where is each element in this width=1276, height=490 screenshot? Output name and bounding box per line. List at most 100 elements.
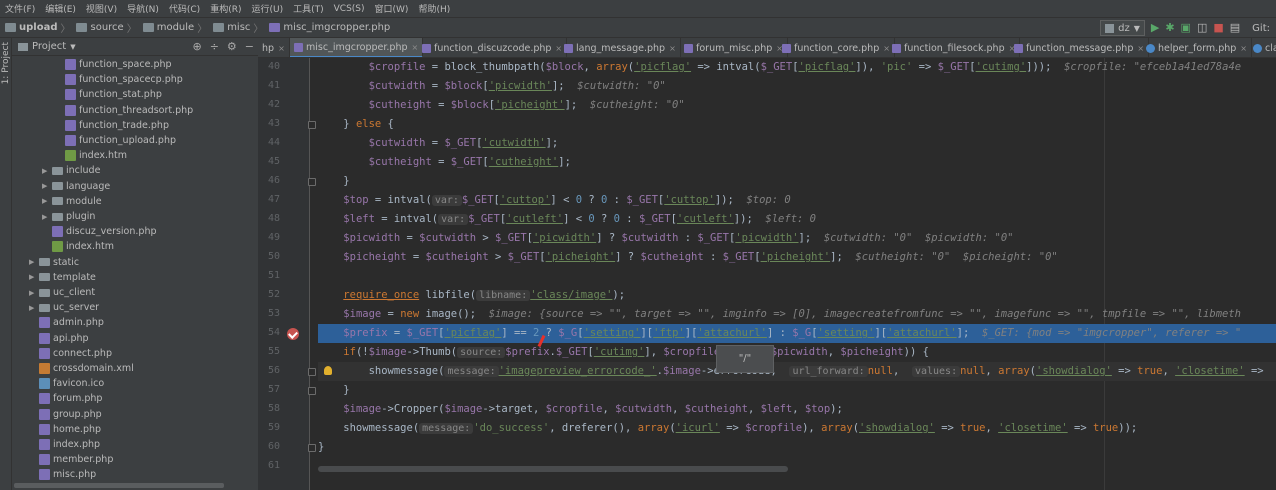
- line-number: 45: [267, 156, 280, 167]
- menu-item[interactable]: VCS(S): [329, 4, 370, 14]
- tree-file[interactable]: home.php: [29, 422, 101, 437]
- tree-file[interactable]: index.htm: [55, 148, 127, 163]
- menu-item[interactable]: 导航(N): [122, 2, 164, 15]
- expand-arrow-icon[interactable]: ▶: [29, 273, 39, 281]
- run-icon[interactable]: ▶: [1151, 21, 1159, 35]
- tab-function-discuzcode[interactable]: function_discuzcode.php ×: [418, 38, 568, 57]
- menu-item[interactable]: 视图(V): [81, 2, 122, 15]
- hide-icon[interactable]: −: [245, 40, 254, 53]
- menu-item[interactable]: 窗口(W): [370, 2, 414, 15]
- fold-marker-icon[interactable]: [308, 178, 316, 186]
- tree-file[interactable]: connect.php: [29, 346, 112, 361]
- tree-file[interactable]: function_spacecp.php: [55, 72, 183, 87]
- tab-label: helper_form.php: [1158, 42, 1237, 54]
- tab-function-filesock[interactable]: function_filesock.php ×: [888, 38, 1021, 57]
- coverage-icon[interactable]: ▣: [1181, 21, 1191, 35]
- tree-folder[interactable]: ▶ static: [29, 255, 79, 270]
- expand-arrow-icon[interactable]: ▶: [29, 304, 39, 312]
- tree-file[interactable]: forum.php: [29, 391, 102, 406]
- breadcrumb-item[interactable]: source: [73, 22, 124, 33]
- expand-arrow-icon[interactable]: ▶: [29, 289, 39, 297]
- tree-file[interactable]: misc.php: [29, 467, 96, 482]
- breakpoint-icon[interactable]: [287, 328, 299, 340]
- tab-helper-form[interactable]: helper_form.php ×: [1142, 38, 1252, 57]
- tree-file[interactable]: index.htm: [42, 239, 114, 254]
- tree-item-label: index.htm: [79, 150, 128, 162]
- menu-item[interactable]: 编辑(E): [40, 2, 81, 15]
- menu-item[interactable]: 运行(U): [246, 2, 288, 15]
- tab-function-message[interactable]: function_message.php ×: [1010, 38, 1150, 57]
- horizontal-scrollbar[interactable]: [318, 466, 788, 472]
- editor-tabs: hp × misc_imgcropper.php × function_discuzco…: [258, 38, 1276, 58]
- tree-item-label: forum.php: [53, 393, 103, 405]
- breadcrumb-item[interactable]: misc_imgcropper.php: [266, 22, 390, 33]
- tree-folder[interactable]: ▶ template: [29, 270, 96, 285]
- debug-icon[interactable]: ✱: [1165, 21, 1174, 35]
- fold-marker-icon[interactable]: [308, 387, 316, 395]
- tab-forum-misc[interactable]: forum_misc.php ×: [680, 38, 788, 57]
- breadcrumb-item[interactable]: misc: [210, 22, 250, 33]
- tree-file[interactable]: function_threadsort.php: [55, 103, 193, 118]
- tab-hp[interactable]: hp ×: [258, 38, 290, 57]
- run-config-select[interactable]: dz ▼: [1100, 20, 1145, 36]
- tree-file[interactable]: group.php: [29, 407, 102, 422]
- tree-file[interactable]: discuz_version.php: [42, 224, 157, 239]
- expand-arrow-icon[interactable]: ▶: [42, 197, 52, 205]
- tree-file[interactable]: crossdomain.xml: [29, 361, 134, 376]
- fold-marker-icon[interactable]: [308, 121, 316, 129]
- menu-item[interactable]: 重构(R): [205, 2, 246, 15]
- tree-folder[interactable]: ▶ plugin: [42, 209, 95, 224]
- code-editor[interactable]: 40 41 42 43 44 45 46 47 48 49 50 51 52 53 54 55 56 57 58 59…: [258, 58, 1276, 490]
- tree-folder[interactable]: ▶ language: [42, 179, 110, 194]
- gear-icon[interactable]: ⚙: [227, 40, 237, 53]
- profile-icon[interactable]: ◫: [1197, 21, 1207, 35]
- expand-arrow-icon[interactable]: ▶: [42, 213, 52, 221]
- tree-folder[interactable]: ▶ module: [42, 194, 102, 209]
- tree-file[interactable]: index.php: [29, 437, 100, 452]
- tree-folder[interactable]: ▶ include: [42, 163, 100, 178]
- close-icon[interactable]: ×: [669, 44, 676, 53]
- menu-item[interactable]: 代码(C): [164, 2, 205, 15]
- project-title[interactable]: Project: [32, 41, 66, 52]
- code-area[interactable]: $cropfile = block_thumbpath($block, arra…: [318, 58, 1276, 490]
- menu-item[interactable]: 工具(T): [288, 2, 329, 15]
- code-line: $cutwidth = $block['picwidth']; $cutwidt…: [368, 80, 666, 92]
- tree-file[interactable]: api.php: [29, 331, 89, 346]
- project-tool-tab[interactable]: 1: Project: [1, 42, 11, 84]
- fold-marker-icon[interactable]: [308, 368, 316, 376]
- tree-file[interactable]: member.php: [29, 452, 113, 467]
- tab-misc-imgcropper[interactable]: misc_imgcropper.php ×: [290, 38, 424, 57]
- settings-icon[interactable]: ▤: [1230, 21, 1240, 35]
- expand-arrow-icon[interactable]: ▶: [42, 167, 52, 175]
- tree-folder[interactable]: ▶ uc_server: [29, 300, 99, 315]
- expand-arrow-icon[interactable]: ▶: [42, 182, 52, 190]
- horizontal-scrollbar[interactable]: [14, 483, 224, 488]
- tab-cla[interactable]: cla: [1249, 38, 1276, 57]
- target-icon[interactable]: ⊕: [192, 40, 201, 53]
- tree-folder[interactable]: ▶ uc_client: [29, 285, 95, 300]
- tree-file[interactable]: favicon.ico: [29, 376, 104, 391]
- menu-item[interactable]: 帮助(H): [413, 2, 455, 15]
- tree-file[interactable]: function_space.php: [55, 57, 172, 72]
- close-icon[interactable]: ×: [1240, 44, 1247, 53]
- tree-item-label: index.php: [53, 439, 101, 450]
- close-icon[interactable]: ×: [278, 44, 285, 53]
- tree-file[interactable]: function_upload.php: [55, 133, 176, 148]
- expand-arrow-icon[interactable]: ▶: [29, 258, 39, 266]
- menu-item[interactable]: 文件(F): [0, 2, 40, 15]
- lightbulb-icon[interactable]: [324, 366, 332, 375]
- chevron-down-icon[interactable]: ▼: [70, 43, 75, 51]
- fold-marker-icon[interactable]: [308, 444, 316, 452]
- folder-icon: [213, 23, 225, 32]
- line-number: 55: [267, 346, 280, 357]
- breadcrumb-item[interactable]: upload: [2, 22, 57, 33]
- collapse-icon[interactable]: ÷: [210, 40, 219, 53]
- stop-icon[interactable]: ■: [1213, 21, 1223, 35]
- tree-file[interactable]: function_trade.php: [55, 118, 169, 133]
- tree-item-label: crossdomain.xml: [53, 363, 134, 374]
- tab-lang-message[interactable]: lang_message.php ×: [560, 38, 681, 57]
- tree-file[interactable]: function_stat.php: [55, 87, 162, 102]
- tab-function-core[interactable]: function_core.php ×: [778, 38, 895, 57]
- breadcrumb-item[interactable]: module: [140, 22, 194, 33]
- tree-file[interactable]: admin.php: [29, 315, 104, 330]
